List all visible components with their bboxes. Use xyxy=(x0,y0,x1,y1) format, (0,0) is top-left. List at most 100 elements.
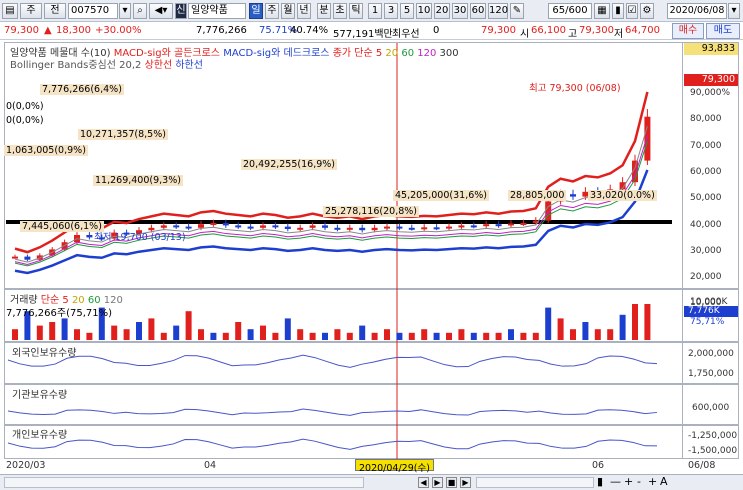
legend-dead-cross: MACD-sig와 데드크로스 xyxy=(223,48,330,59)
candle-body xyxy=(198,224,204,228)
annotation-volume-4: 20,492,255(16,9%) xyxy=(241,159,337,170)
x-label-2020-03: 2020/03 xyxy=(6,460,46,471)
candle-body xyxy=(160,225,167,228)
volume-bar xyxy=(173,325,180,340)
volume-bar xyxy=(222,332,229,340)
candle-body xyxy=(222,223,229,226)
x-label-0608: 06/08 xyxy=(688,460,716,471)
zoom-bar-icon[interactable]: ▮ xyxy=(597,475,603,488)
zoom-plus-icon[interactable]: + xyxy=(624,475,633,488)
candle-body xyxy=(210,223,217,225)
text-tool-icon[interactable]: A xyxy=(660,475,668,488)
zoom-minus-icon[interactable]: — xyxy=(610,475,621,488)
candle-body xyxy=(483,224,490,227)
annotation-volume-3: 1,063,005(0,9%) xyxy=(4,145,88,156)
volume-bar xyxy=(185,311,192,340)
annotation-zero-2: 0(0,0%) xyxy=(6,115,44,126)
candle-body xyxy=(322,225,328,228)
institution-label: 기관보유수량 xyxy=(12,390,68,401)
candle-body xyxy=(173,225,180,228)
scroll-stop-icon[interactable]: ■ xyxy=(446,477,457,488)
scroll-next-icon[interactable]: ▶ xyxy=(460,477,471,488)
volume-bar xyxy=(86,332,93,340)
x-label-06: 06 xyxy=(592,460,605,471)
candle-body xyxy=(470,225,477,228)
candle-body xyxy=(334,227,341,230)
candle-body xyxy=(396,226,403,229)
candle-body xyxy=(446,226,452,229)
volume-bar xyxy=(297,329,304,340)
volume-bar xyxy=(371,332,378,340)
foreign-tick-1: 2,000,000 xyxy=(688,349,734,359)
scroll-prev-icon[interactable]: ▶ xyxy=(432,477,443,488)
volume-bar xyxy=(136,322,142,340)
volume-bar xyxy=(148,318,155,340)
candle-body xyxy=(495,224,502,227)
volume-bar xyxy=(545,307,552,340)
volume-bar xyxy=(384,329,390,340)
volume-bar xyxy=(632,304,638,340)
candle-body xyxy=(247,226,254,229)
candle-body xyxy=(520,223,527,225)
candle-body xyxy=(297,227,304,230)
annotation-zero-1: 0(0,0%) xyxy=(6,101,44,112)
price-tick-label: 80,000 xyxy=(690,114,722,125)
scroll-start-icon[interactable]: ◀ xyxy=(418,477,429,488)
volume-bar xyxy=(160,332,167,340)
volume-value-label: 7,776,266주(75,71%) xyxy=(6,308,113,319)
candle-body xyxy=(421,227,428,230)
annotation-volume-2: 10,271,357(8,5%) xyxy=(78,129,168,140)
price-tick-label: 20,000 xyxy=(690,272,722,283)
current-price-marker-1: 93,833 xyxy=(684,43,738,55)
institution-holding-line xyxy=(7,408,658,416)
bollinger-legend: Bollinger Bands중심선 20,2 상한선 하한선 xyxy=(10,56,203,71)
cursor-date-label: 2020/04/29(수) xyxy=(355,459,434,474)
volume-bar xyxy=(334,329,341,340)
candle-body xyxy=(570,194,576,197)
price-tick-label: 40,000 xyxy=(690,219,722,230)
legend-ma5: 종가 단순 5 xyxy=(332,48,383,59)
volume-marker-1: 7,776K xyxy=(684,306,738,317)
candle-body xyxy=(284,226,291,229)
volume-bar xyxy=(532,332,539,340)
volume-bar xyxy=(346,332,353,340)
volume-bar xyxy=(619,314,626,340)
scroll-track[interactable] xyxy=(4,477,364,488)
legend-ma120: 120 xyxy=(417,48,437,59)
annotation-volume-8: 28,805,000 xyxy=(508,190,567,201)
volume-bar xyxy=(210,332,217,340)
volume-bar xyxy=(247,329,254,340)
volume-bar xyxy=(198,329,204,340)
bottom-scroll-bar: ◀ ▶ ■ ▶ ▮ — + - + A xyxy=(0,474,743,490)
volume-bar xyxy=(421,329,428,340)
candle-body xyxy=(272,225,279,228)
zoom-in-icon[interactable]: + xyxy=(648,475,657,488)
individual-label: 개인보유수량 xyxy=(12,430,68,441)
volume-bar xyxy=(483,332,490,340)
volume-bar xyxy=(446,332,452,340)
zoom-track[interactable] xyxy=(476,477,594,488)
candle-body xyxy=(458,225,465,228)
candle-body xyxy=(371,227,378,231)
volume-bar xyxy=(74,329,80,340)
volume-bar xyxy=(495,332,502,340)
volume-bar xyxy=(12,329,18,340)
candle-body xyxy=(359,227,366,231)
individual-holding-line xyxy=(7,438,658,450)
foreign-label: 외국인보유수량 xyxy=(12,348,77,359)
annotation-volume-5: 11,269,400(9,3%) xyxy=(93,175,183,186)
price-tick-label: 70,000 xyxy=(690,140,722,151)
zoom-reset-icon[interactable]: - xyxy=(637,475,641,488)
candle-body xyxy=(24,256,31,260)
volume-bar xyxy=(309,332,316,340)
annotation-volume-9: 33,020(0.0%) xyxy=(588,190,657,201)
candle-body xyxy=(508,223,514,226)
volume-bar xyxy=(470,332,477,340)
candle-body xyxy=(235,225,242,228)
candle-body xyxy=(408,227,415,230)
candle-body xyxy=(433,227,440,230)
candle-body xyxy=(346,227,353,230)
foreign-tick-2: 1,750,000 xyxy=(688,369,734,379)
volume-bar xyxy=(458,329,465,340)
annotation-volume-7: 45,205,000(31,6%) xyxy=(393,190,489,201)
